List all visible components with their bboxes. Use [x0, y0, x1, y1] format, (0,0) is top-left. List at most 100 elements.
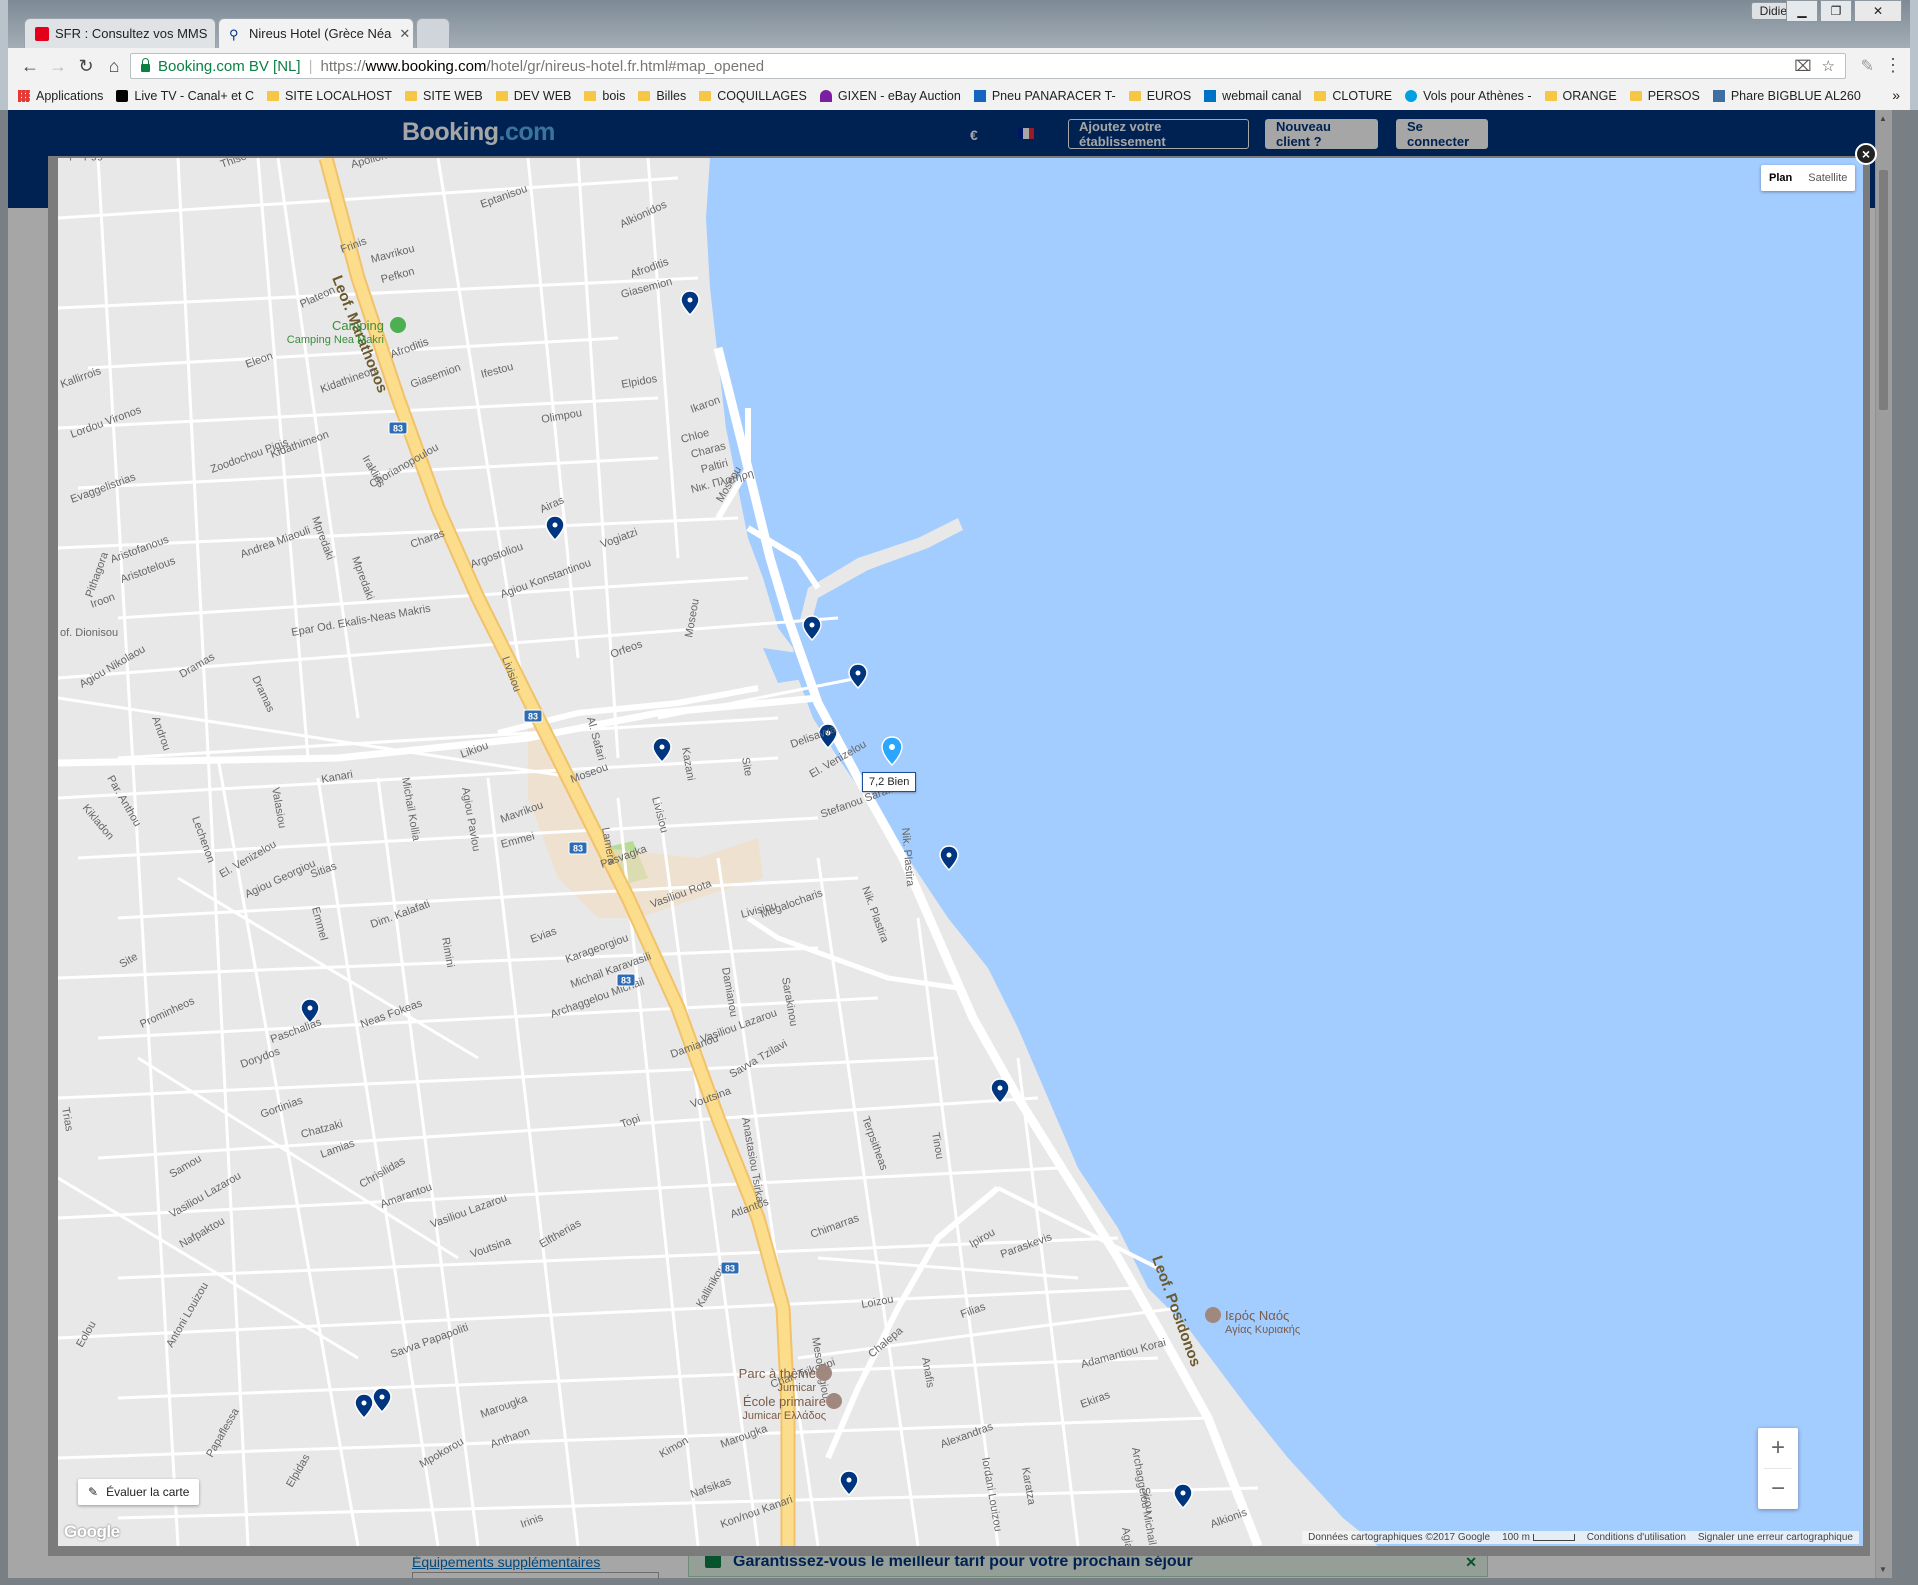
hotel-rating-label[interactable]: 7,2 Bien [862, 772, 917, 792]
poi-subtitle: Jumicar [777, 1382, 816, 1394]
route-number: 83 [725, 1264, 735, 1274]
close-map-button[interactable]: × [1855, 143, 1877, 165]
bookmark-item[interactable]: CLOTURE [1314, 89, 1392, 103]
address-bar[interactable]: Booking.com BV [NL] | https://www.bookin… [130, 53, 1846, 79]
poi-name: Parc à thème [739, 1366, 816, 1381]
report-error-link[interactable]: Signaler une erreur cartographique [1698, 1532, 1853, 1543]
bookmarks-bar: Applications Live TV - Canal+ et C SITE LO… [8, 84, 1910, 108]
google-logo: Google [64, 1522, 120, 1541]
bookmark-label: webmail canal [1222, 89, 1302, 103]
extension-icon[interactable]: ✎ [1861, 56, 1874, 76]
zoom-out-button[interactable]: − [1758, 1469, 1798, 1509]
poi-subtitle: Jumicar Ελλάδος [742, 1410, 826, 1422]
bookmark-label: Live TV - Canal+ et C [134, 89, 255, 103]
bookmark-item[interactable]: Vols pour Athènes - [1405, 89, 1532, 103]
folder-icon [405, 91, 418, 101]
bookmark-label: PERSOS [1647, 89, 1700, 103]
secure-indicator[interactable]: Booking.com BV [NL] [141, 58, 301, 75]
map-type-satellite[interactable]: Satellite [1800, 165, 1855, 191]
bookmark-item[interactable]: Phare BIGBLUE AL260 [1712, 89, 1861, 103]
outlook-icon [1204, 90, 1217, 102]
skyscanner-icon [1405, 90, 1418, 102]
map-canvas[interactable]: Leof. MarathonosLeof. PosidonosThiseos Ap… [58, 158, 1863, 1546]
route-83-shield: 83 [568, 841, 588, 855]
bookmark-item[interactable]: COQUILLAGES [699, 89, 807, 103]
folder-icon [638, 91, 651, 101]
scale-line [1532, 1533, 1575, 1541]
folder-icon [584, 91, 597, 101]
image-icon [1712, 90, 1725, 102]
home-icon[interactable]: ⌂ [100, 52, 128, 80]
forward-arrow-icon[interactable]: → [44, 52, 72, 80]
route-83-shield: 83 [616, 973, 636, 987]
back-arrow-icon[interactable]: ← [16, 52, 44, 80]
browser-window: SFR : Consultez vos MMS ✕ ⚲ Nireus Hotel… [8, 0, 1910, 110]
map-view[interactable]: Leof. Marathonos Leof. Posidonos Thiseos Ap… [58, 158, 1863, 1546]
route-number: 83 [573, 844, 583, 854]
terms-link[interactable]: Conditions d'utilisation [1587, 1532, 1686, 1543]
scale-label: 100 m [1502, 1532, 1530, 1543]
close-tab-icon[interactable]: ✕ [207, 26, 215, 42]
bookmark-item[interactable]: Pneu PANARACER T- [973, 89, 1116, 103]
bookmark-item[interactable]: DEV WEB [495, 89, 572, 103]
camping-icon [390, 317, 406, 333]
bookmark-label: CLOTURE [1332, 89, 1393, 103]
folder-icon [1128, 91, 1141, 101]
scale-bar: 100 m [1502, 1532, 1575, 1543]
edit-icon: ✎ [88, 1485, 99, 1499]
bookmarks-overflow-icon[interactable]: » [1892, 87, 1900, 103]
zoom-in-button[interactable]: + [1758, 1428, 1798, 1468]
bookmark-item[interactable]: GIXEN - eBay Auction [819, 89, 961, 103]
map-type-control: Plan Satellite [1761, 165, 1856, 191]
tab-nireus-hotel[interactable]: ⚲ Nireus Hotel (Grèce Néa ✕ [218, 18, 414, 48]
bookmark-item[interactable]: webmail canal [1204, 89, 1301, 103]
url-prefix: https:// [320, 57, 366, 75]
bookmark-item[interactable]: SITE WEB [405, 89, 483, 103]
browser-menu-icon[interactable]: ⋮ [1884, 55, 1902, 76]
route-number: 83 [528, 712, 538, 722]
bookmark-item[interactable]: ORANGE [1544, 89, 1617, 103]
url-path: /hotel/gr/nireus-hotel.fr.html#map_opene… [486, 57, 765, 75]
window-close-icon[interactable]: ✕ [1854, 0, 1902, 22]
translate-icon[interactable]: ⌧ [1794, 57, 1811, 75]
bookmark-item[interactable]: bois [584, 89, 625, 103]
bookmark-item[interactable]: Live TV - Canal+ et C [116, 89, 254, 103]
bookmark-label: Vols pour Athènes - [1423, 89, 1532, 103]
bookmark-label: DEV WEB [513, 89, 572, 103]
new-tab-button[interactable] [416, 18, 450, 48]
bookmark-label: GIXEN - eBay Auction [837, 89, 961, 103]
canalplus-icon [116, 90, 129, 102]
bookmark-item[interactable]: Applications [18, 89, 103, 103]
browser-toolbar: ← → ↻ ⌂ Booking.com BV [NL] | https://ww… [8, 48, 1910, 84]
poi-name: Camping [332, 318, 384, 333]
street-label: of. Dionisou [60, 627, 118, 639]
reload-icon[interactable]: ↻ [72, 52, 100, 80]
church-icon [1205, 1307, 1221, 1323]
evaluate-map-button[interactable]: ✎ Évaluer la carte [78, 1479, 200, 1505]
poi-name: Ιερός Ναός [1225, 1308, 1289, 1323]
bookmark-item[interactable]: SITE LOCALHOST [267, 89, 392, 103]
folder-icon [1629, 91, 1642, 101]
folder-icon [699, 91, 712, 101]
restore-icon[interactable]: ❐ [1820, 0, 1852, 22]
tab-title: SFR : Consultez vos MMS [55, 26, 208, 41]
map-attribution: Données cartographiques ©2017 Google 100… [1302, 1531, 1859, 1544]
bookmark-star-icon[interactable]: ☆ [1822, 57, 1835, 75]
close-tab-icon[interactable]: ✕ [391, 26, 410, 42]
minimize-icon[interactable]: ▁ [1786, 0, 1818, 22]
parking-icon [973, 90, 986, 102]
bookmark-label: SITE WEB [423, 89, 483, 103]
map-type-plan[interactable]: Plan [1761, 165, 1800, 191]
route-number: 83 [621, 976, 631, 986]
route-83-shield: 83 [720, 1261, 740, 1275]
url-host: www.booking.com [365, 57, 487, 75]
park-icon [816, 1365, 832, 1381]
url-text: https://www.booking.com/hotel/gr/nireus-… [320, 58, 764, 75]
tab-sfr[interactable]: SFR : Consultez vos MMS ✕ [24, 18, 216, 48]
bookmark-label: SITE LOCALHOST [285, 89, 393, 103]
bookmark-item[interactable]: EUROS [1128, 89, 1191, 103]
bookmark-item[interactable]: PERSOS [1629, 89, 1700, 103]
bookmark-item[interactable]: Billes [638, 89, 686, 103]
bookmark-label: ORANGE [1562, 89, 1617, 103]
bookmark-label: COQUILLAGES [717, 89, 807, 103]
